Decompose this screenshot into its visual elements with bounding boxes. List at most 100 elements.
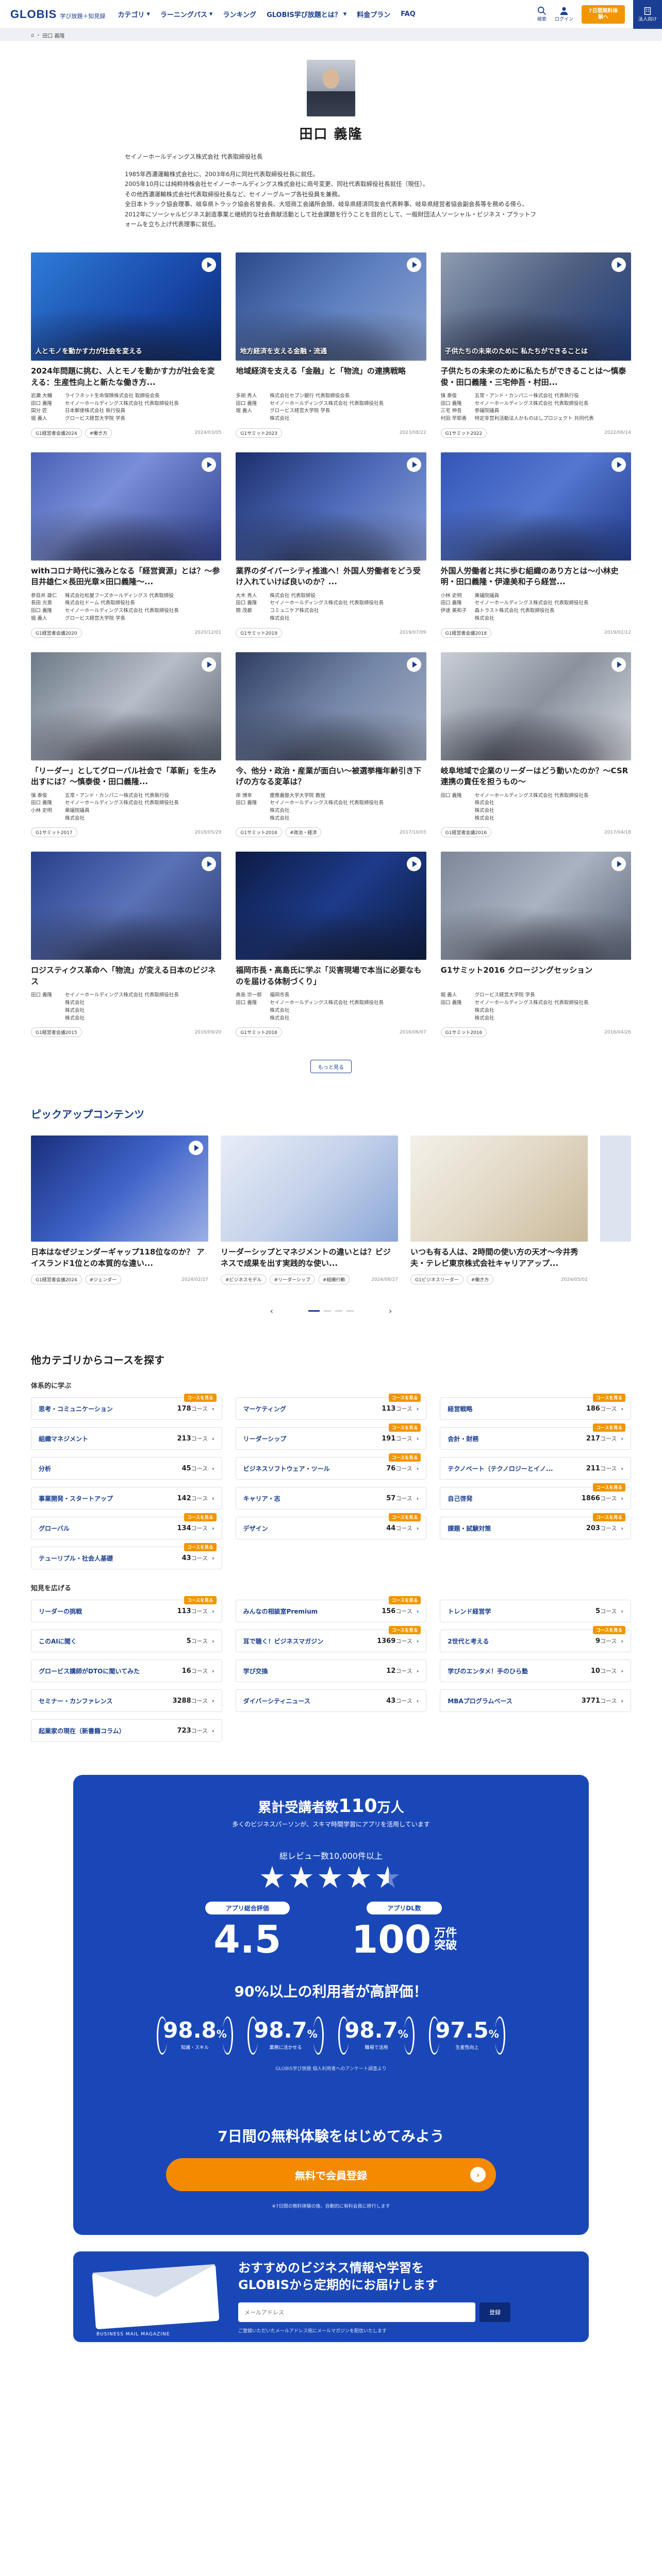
- tag[interactable]: G1経営者会議2024: [31, 428, 82, 438]
- speaker-name[interactable]: 堀 義人: [441, 992, 470, 999]
- speaker-name[interactable]: 田口 義隆: [31, 607, 60, 615]
- tag[interactable]: #働き方: [85, 428, 112, 438]
- video-card[interactable]: withコロナ時代に強みとなる「経営資源」とは？～参目井雄仁×長田光章×田口義隆…: [31, 452, 222, 638]
- category-item[interactable]: トレンド経営学 5コース ›: [440, 1600, 631, 1623]
- category-item[interactable]: テューリプル・社会人基礎 43コース › コースを見る: [31, 1543, 222, 1570]
- category-item[interactable]: マーケティング 113コース › コースを見る: [235, 1394, 427, 1420]
- speaker-name[interactable]: 小林 史明: [441, 592, 470, 600]
- speaker-name[interactable]: [236, 1007, 264, 1015]
- video-card[interactable]: 岐阜地域で企業のリーダーはどう動いたのか？～CSR連携の責任を担うもの～ 田口 義…: [440, 652, 631, 838]
- speaker-name[interactable]: [236, 1015, 264, 1023]
- video-thumbnail[interactable]: [236, 852, 426, 960]
- video-card[interactable]: ロジスティクス革命へ「物流」が変える日本のビジネス 田口 義隆 セイノーホールディン…: [31, 852, 222, 1038]
- speaker-name[interactable]: 慎 泰俊: [441, 393, 470, 400]
- search-button[interactable]: 検索: [537, 6, 547, 22]
- tag[interactable]: G1サミット2016: [236, 827, 282, 838]
- video-thumbnail[interactable]: [31, 652, 222, 760]
- video-thumbnail[interactable]: [440, 652, 631, 760]
- speaker-name[interactable]: 三宅 伸吾: [441, 408, 470, 415]
- speaker-name[interactable]: [441, 615, 470, 623]
- category-item[interactable]: 経営戦略 186コース › コースを見る: [440, 1394, 631, 1420]
- video-thumbnail[interactable]: [236, 452, 426, 561]
- corporate-button[interactable]: 法人向け: [633, 0, 662, 29]
- category-item[interactable]: リーダーの挑戦 113コース › コースを見る: [31, 1596, 222, 1623]
- subscribe-button[interactable]: 登録: [479, 2302, 510, 2323]
- video-card[interactable]: 人とモノを動かす力が社会を変える 2024年問題に挑む、人とモノを動かす力が社会を…: [31, 252, 222, 438]
- speaker-name[interactable]: 田口 義隆: [441, 999, 470, 1007]
- speaker-name[interactable]: 堀 義人: [31, 615, 60, 623]
- play-icon[interactable]: [406, 257, 421, 272]
- category-item[interactable]: ビジネスソフトウェア・ツール 76コース › コースを見る: [235, 1453, 427, 1480]
- play-icon[interactable]: [202, 257, 217, 272]
- speaker-name[interactable]: [236, 615, 264, 623]
- pickup-title[interactable]: リーダーシップとマネジメントの違いとは？ビジネスで成果を出す実践的な使い...: [221, 1247, 398, 1269]
- speaker-name[interactable]: [236, 807, 264, 815]
- video-thumbnail[interactable]: 子供たちの未来のために 私たちができることは: [440, 252, 631, 361]
- nav-faq[interactable]: FAQ: [401, 9, 416, 19]
- tag[interactable]: G1経営者会議2018: [440, 628, 492, 638]
- play-icon[interactable]: [406, 457, 421, 472]
- speaker-name[interactable]: 田口 義隆: [236, 999, 264, 1007]
- category-item[interactable]: グロービス講師がDTOに聞いてみた 16コース ›: [31, 1659, 222, 1683]
- category-item[interactable]: 起業家の現在（新書籍コラム） 723コース ›: [31, 1719, 222, 1742]
- tag[interactable]: G1サミット2016: [440, 1027, 487, 1038]
- nav-about[interactable]: GLOBIS学び放題とは？ ▾: [267, 9, 346, 19]
- category-item[interactable]: テクノベート（テクノロジーとイノ... 211コース ›: [440, 1457, 631, 1480]
- pager-dot[interactable]: [335, 1310, 342, 1312]
- speaker-name[interactable]: [31, 1015, 60, 1023]
- speaker-name[interactable]: 長田 光章: [31, 600, 60, 607]
- category-item[interactable]: 事業開発・スタートアップ 142コース ›: [31, 1487, 222, 1510]
- category-item[interactable]: 学び交換 12コース ›: [235, 1659, 427, 1683]
- tag[interactable]: G1サミット2023: [236, 428, 282, 438]
- chevron-left-icon[interactable]: ‹: [270, 1306, 273, 1316]
- pickup-card[interactable]: リーダーシップとマネジメントの違いとは？ビジネスで成果を出す実践的な使い... #…: [221, 1136, 398, 1285]
- tag[interactable]: #政治・経済: [285, 827, 322, 838]
- category-item[interactable]: 2世代と考える 9コース › コースを見る: [440, 1626, 631, 1653]
- speaker-name[interactable]: 岸 博幸: [236, 792, 264, 800]
- chevron-right-icon[interactable]: ›: [389, 1306, 392, 1316]
- video-title[interactable]: 地域経済を支える「金融」と「物流」の連携戦略: [236, 366, 426, 388]
- video-title[interactable]: 外国人労働者と共に歩む組織のあり方とは～小林史明・田口義隆・伊達美和子ら経営..…: [441, 566, 631, 588]
- speaker-name[interactable]: [441, 800, 470, 807]
- video-title[interactable]: 「リーダー」としてグローバル社会で「革新」を生み出すには？～慎泰俊・田口義隆..…: [31, 766, 221, 788]
- speaker-name[interactable]: [441, 1015, 470, 1023]
- pager-dot[interactable]: [346, 1310, 354, 1312]
- speaker-name[interactable]: [236, 415, 264, 423]
- video-thumbnail[interactable]: [31, 852, 222, 960]
- video-title[interactable]: 2024年問題に挑む、人とモノを動かす力が社会を変える：生産性向上と新たな働き方…: [31, 366, 221, 388]
- pickup-card[interactable]: 日本はなぜジェンダーギャップ118位なのか？ アイスランド1位との本質的な違い.…: [31, 1136, 208, 1285]
- video-title[interactable]: ロジスティクス革命へ「物流」が変える日本のビジネス: [31, 965, 221, 988]
- speaker-name[interactable]: [31, 1007, 60, 1015]
- play-icon[interactable]: [611, 657, 626, 672]
- video-title[interactable]: 福岡市長・高島氏に学ぶ「災害現場で本当に必要なものを届ける体制づくり」: [236, 965, 426, 988]
- category-item[interactable]: このAIに聞く 5コース ›: [31, 1630, 222, 1653]
- speaker-name[interactable]: 多胡 秀人: [236, 393, 264, 400]
- tag[interactable]: G1経営者会議2024: [31, 1275, 82, 1285]
- pickup-title[interactable]: いつも有る人は、2時間の使い方の天才～今井秀夫・テレビ東京株式会社キャリアアップ…: [410, 1247, 588, 1269]
- speaker-name[interactable]: 高島 宗一郎: [236, 992, 264, 999]
- tag[interactable]: G1サミット2019: [236, 628, 282, 638]
- play-icon[interactable]: [202, 657, 217, 672]
- speaker-name[interactable]: 岩瀬 大輔: [31, 393, 60, 400]
- video-title[interactable]: 子供たちの未来のために私たちができることは～慎泰俊・田口義隆・三宅伸吾・村田..…: [441, 366, 631, 388]
- globis-logo[interactable]: GLOBIS 学び放題＋知見録: [10, 8, 105, 21]
- category-item[interactable]: MBAプログラムベース 3771コース ›: [440, 1689, 631, 1713]
- speaker-name[interactable]: 堀 義人: [31, 415, 60, 423]
- nav-ranking[interactable]: ランキング: [223, 9, 256, 19]
- play-icon[interactable]: [406, 657, 421, 672]
- speaker-name[interactable]: 堀 義人: [236, 408, 264, 415]
- category-item[interactable]: 自己啓発 1866コース › コースを見る: [440, 1483, 631, 1510]
- speaker-name[interactable]: 伊達 美和子: [441, 607, 470, 615]
- tag[interactable]: #リーダーシップ: [269, 1275, 315, 1285]
- video-thumbnail[interactable]: [440, 452, 631, 561]
- login-button[interactable]: ログイン: [555, 6, 573, 22]
- video-thumbnail[interactable]: 人とモノを動かす力が社会を変える: [31, 252, 222, 361]
- register-button[interactable]: 無料で会員登録 ›: [166, 2158, 496, 2192]
- video-thumbnail[interactable]: 地方経済を支える金融・流通: [236, 252, 426, 361]
- play-icon[interactable]: [202, 457, 217, 472]
- category-item[interactable]: キャリア・志 57コース ›: [235, 1487, 427, 1510]
- speaker-name[interactable]: 国分 匠: [31, 408, 60, 415]
- pager-dot[interactable]: [324, 1310, 331, 1312]
- nav-pricing[interactable]: 料金プラン: [357, 9, 390, 19]
- speaker-name[interactable]: 田口 義隆: [236, 800, 264, 807]
